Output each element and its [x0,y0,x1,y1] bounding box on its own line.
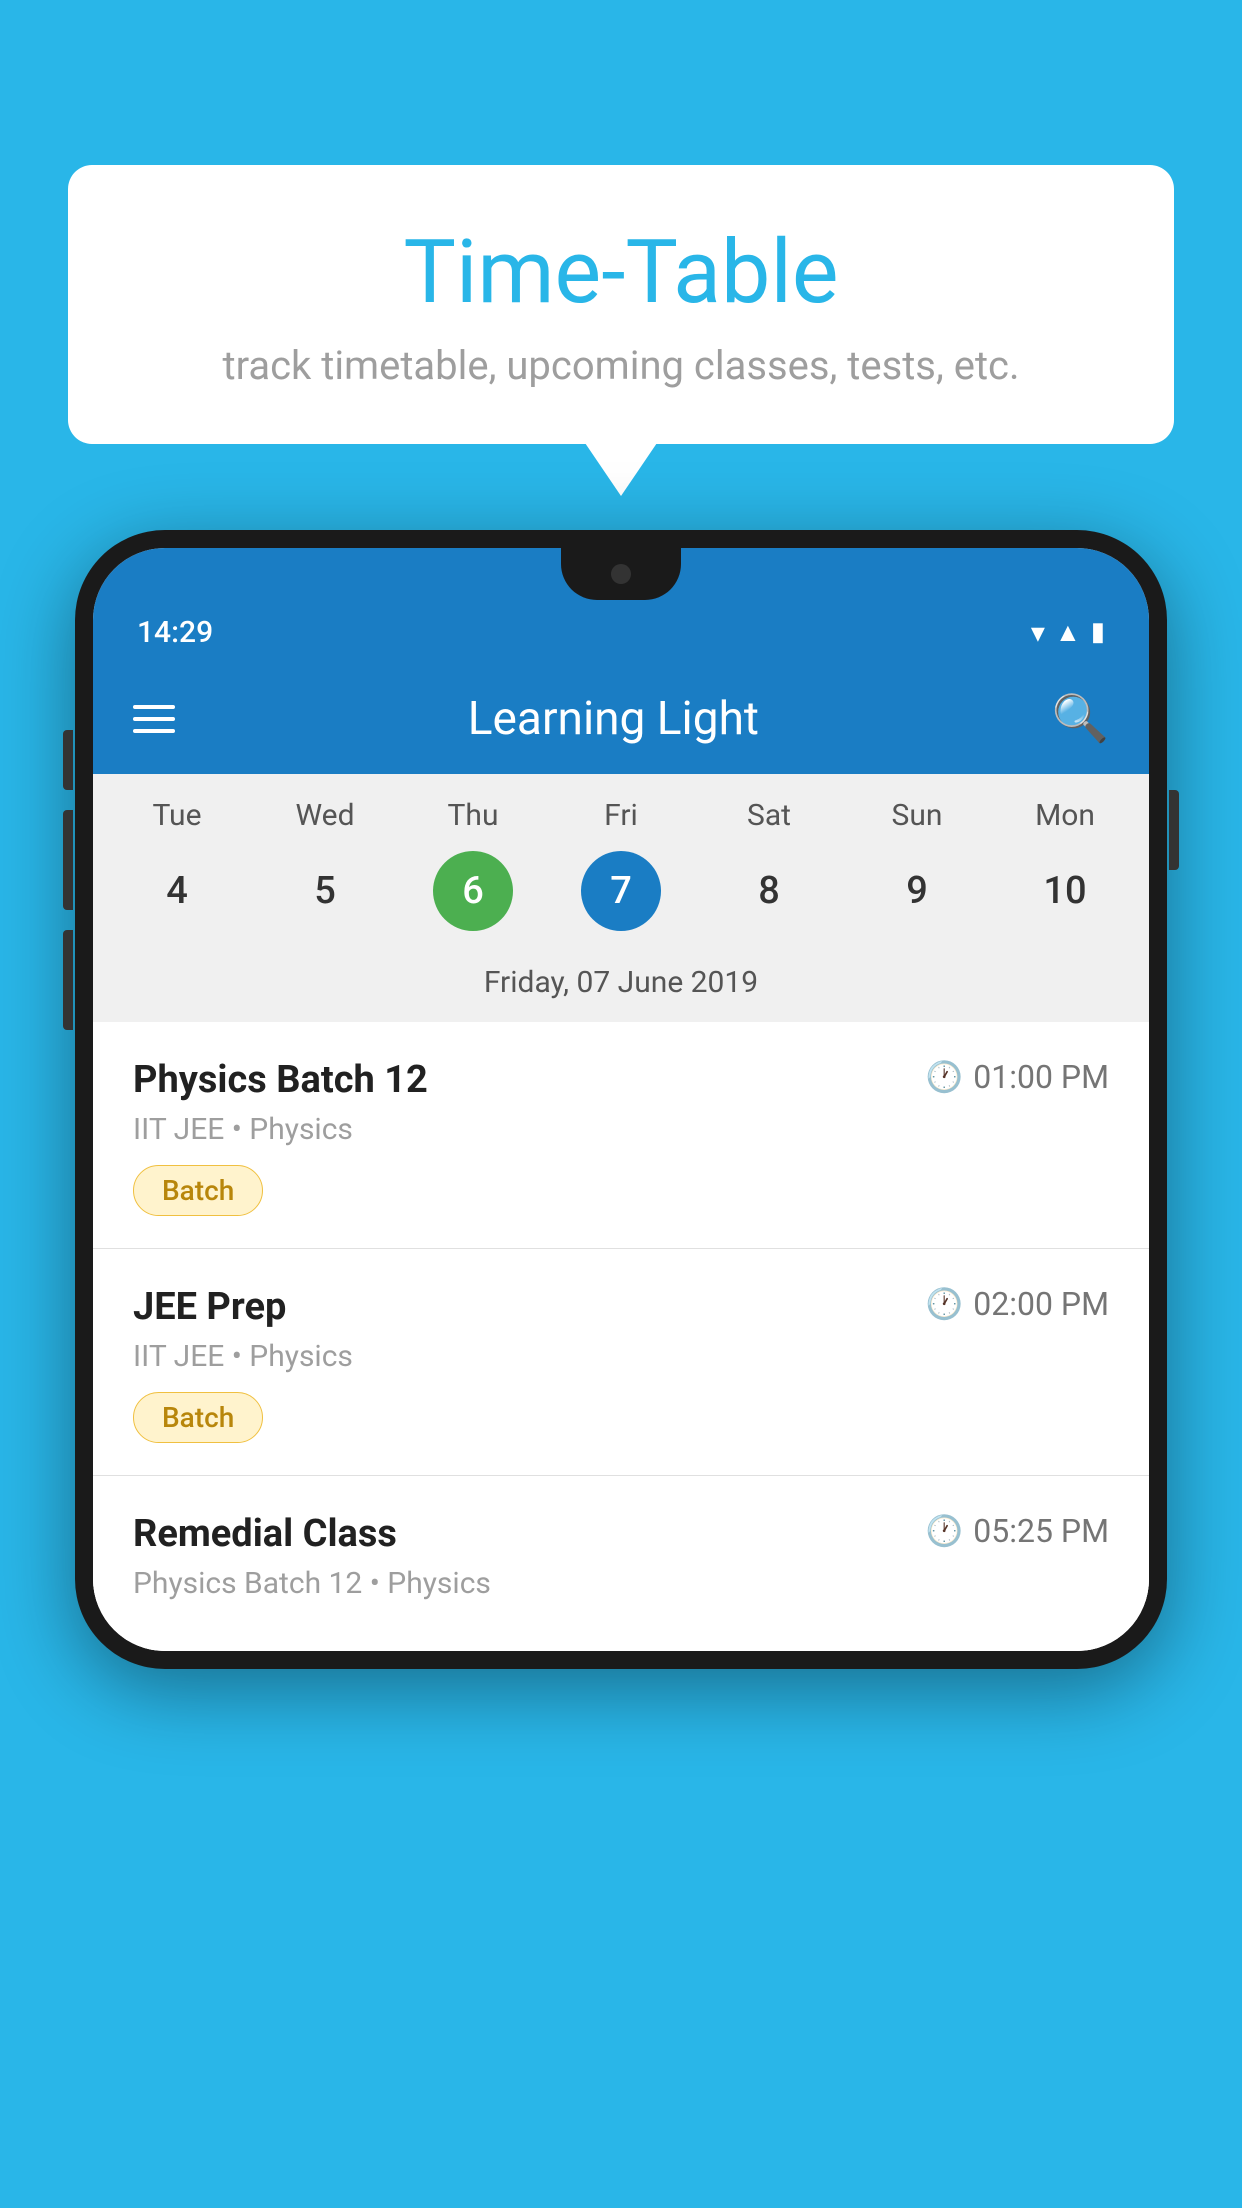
volume-down-button [63,930,73,1030]
notch [561,548,681,600]
day-thu: Thu [433,798,513,833]
batch-badge-1: Batch [133,1165,263,1216]
speech-bubble: Time-Table track timetable, upcoming cla… [68,165,1174,444]
date-6-today[interactable]: 6 [433,851,513,931]
class-name-2: JEE Prep [133,1285,286,1329]
phone-outer: 14:29 ▾ ▲ ▮ Learning Light 🔍 [75,530,1167,1669]
day-tue: Tue [137,798,217,833]
day-mon: Mon [1025,798,1105,833]
date-5[interactable]: 5 [285,851,365,931]
status-bar: 14:29 ▾ ▲ ▮ [93,600,1149,664]
class-time-2: 🕐 02:00 PM [926,1285,1109,1323]
date-8[interactable]: 8 [729,851,809,931]
status-time: 14:29 [137,615,213,650]
hamburger-menu-icon[interactable] [133,705,175,733]
class-time-3: 🕐 05:25 PM [926,1512,1109,1550]
class-item-3-header: Remedial Class 🕐 05:25 PM [133,1512,1109,1556]
notch-area [93,548,1149,600]
selected-date-label: Friday, 07 June 2019 [93,951,1149,1022]
wifi-icon: ▾ [1031,616,1045,649]
day-wed: Wed [285,798,365,833]
battery-icon: ▮ [1091,617,1105,647]
class-item-2-header: JEE Prep 🕐 02:00 PM [133,1285,1109,1329]
date-9[interactable]: 9 [877,851,957,931]
calendar-days-header: Tue Wed Thu Fri Sat Sun Mon [93,774,1149,843]
bubble-subtitle: track timetable, upcoming classes, tests… [108,342,1134,389]
side-button-left-1 [63,730,73,790]
menu-line-2 [133,717,175,721]
class-item-1-header: Physics Batch 12 🕐 01:00 PM [133,1058,1109,1102]
calendar-section: Tue Wed Thu Fri Sat Sun Mon 4 5 6 7 8 9 … [93,774,1149,1022]
class-name-1: Physics Batch 12 [133,1058,428,1102]
day-sat: Sat [729,798,809,833]
app-bar: Learning Light 🔍 [93,664,1149,774]
calendar-dates: 4 5 6 7 8 9 10 [93,843,1149,951]
clock-icon-2: 🕐 [926,1287,963,1322]
day-sun: Sun [877,798,957,833]
class-meta-3: Physics Batch 12 • Physics [133,1566,1109,1601]
search-icon[interactable]: 🔍 [1052,692,1109,746]
clock-icon-1: 🕐 [926,1060,963,1095]
class-name-3: Remedial Class [133,1512,397,1556]
menu-line-1 [133,705,175,709]
date-4[interactable]: 4 [137,851,217,931]
camera [611,564,631,584]
date-7-selected[interactable]: 7 [581,851,661,931]
phone-screen: 14:29 ▾ ▲ ▮ Learning Light 🔍 [93,548,1149,1651]
class-list: Physics Batch 12 🕐 01:00 PM IIT JEE • Ph… [93,1022,1149,1651]
menu-line-3 [133,729,175,733]
app-title: Learning Light [468,692,759,746]
phone-wrapper: 14:29 ▾ ▲ ▮ Learning Light 🔍 [75,530,1167,1669]
class-meta-2: IIT JEE • Physics [133,1339,1109,1374]
batch-badge-2: Batch [133,1392,263,1443]
speech-bubble-wrapper: Time-Table track timetable, upcoming cla… [68,165,1174,444]
bubble-title: Time-Table [108,225,1134,322]
volume-up-button [63,810,73,910]
power-button [1169,790,1179,870]
class-item-1[interactable]: Physics Batch 12 🕐 01:00 PM IIT JEE • Ph… [93,1022,1149,1249]
class-item-3[interactable]: Remedial Class 🕐 05:25 PM Physics Batch … [93,1476,1149,1651]
signal-icon: ▲ [1055,617,1081,648]
status-icons: ▾ ▲ ▮ [1031,616,1105,649]
clock-icon-3: 🕐 [926,1514,963,1549]
date-10[interactable]: 10 [1025,851,1105,931]
class-item-2[interactable]: JEE Prep 🕐 02:00 PM IIT JEE • Physics Ba… [93,1249,1149,1476]
class-meta-1: IIT JEE • Physics [133,1112,1109,1147]
day-fri: Fri [581,798,661,833]
class-time-1: 🕐 01:00 PM [926,1058,1109,1096]
